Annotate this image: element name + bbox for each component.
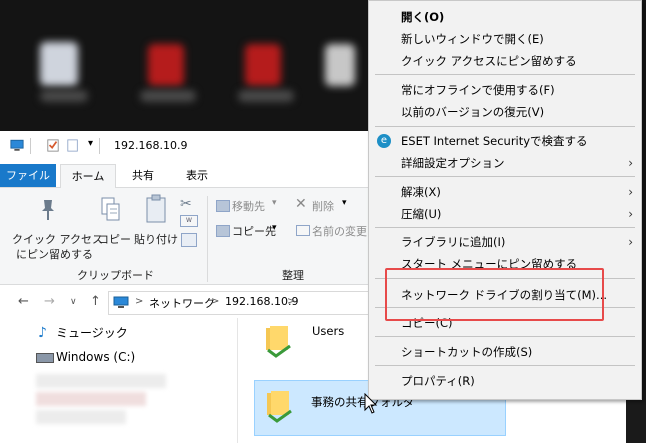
eset-icon: e (377, 134, 391, 148)
menu-item-compress[interactable]: 圧縮(U) › (369, 203, 641, 225)
menu-item-create-shortcut[interactable]: ショートカットの作成(S) (369, 341, 641, 363)
up-arrow-icon[interactable]: ↑ (90, 294, 101, 309)
divider (30, 138, 31, 154)
clipboard-group-label: クリップボード (77, 269, 154, 282)
menu-item-add-to-library[interactable]: ライブラリに追加(I) › (369, 231, 641, 253)
submenu-chevron-icon: › (628, 207, 633, 221)
breadcrumb-network[interactable]: ネットワーク (149, 295, 215, 311)
copy-to-button[interactable]: コピー先 (232, 223, 276, 239)
mouse-cursor-icon (364, 393, 378, 414)
forward-arrow-icon[interactable]: → (44, 294, 55, 309)
tab-share[interactable]: 共有 (118, 164, 168, 187)
breadcrumb-separator: > (211, 296, 220, 307)
menu-item-extract[interactable]: 解凍(X) › (369, 181, 641, 203)
copy-button[interactable]: コピー (98, 231, 131, 247)
menu-item-properties[interactable]: プロパティ(R) (369, 370, 641, 392)
submenu-chevron-icon: › (628, 156, 633, 170)
shared-folder-icon (267, 391, 292, 423)
breadcrumb-separator: > (135, 296, 144, 307)
delete-button[interactable]: 削除 (312, 198, 334, 214)
copy-path-icon[interactable]: W (180, 215, 198, 227)
pane-divider (237, 318, 238, 443)
menu-item-open[interactable]: 開く(O) (369, 6, 641, 28)
menu-item-restore-previous[interactable]: 以前のバージョンの復元(V) (369, 101, 641, 123)
menu-item-advanced-options[interactable]: 詳細設定オプション › (369, 152, 641, 174)
menu-separator (375, 227, 635, 228)
quick-access-toolbar-dropdown-icon[interactable]: ▾ (88, 138, 93, 149)
tab-home[interactable]: ホーム (60, 164, 116, 189)
menu-separator (375, 365, 635, 366)
new-folder-page-icon[interactable] (66, 139, 80, 152)
desktop-icon-blurred[interactable] (148, 44, 184, 86)
recent-locations-chevron-icon[interactable]: ∨ (70, 297, 77, 307)
move-to-button[interactable]: 移動先 (232, 198, 265, 214)
desktop-icon-blurred[interactable] (245, 44, 281, 86)
paste-button[interactable]: 貼り付け (134, 231, 178, 247)
delete-icon: ✕ (295, 196, 307, 212)
tab-file[interactable]: ファイル (0, 164, 56, 187)
paste-shortcut-icon[interactable] (181, 233, 197, 247)
nav-item-label: Windows (C:) (56, 350, 136, 364)
cut-icon[interactable]: ✂ (180, 196, 192, 212)
rename-icon (296, 225, 310, 236)
folder-label: Users (312, 324, 345, 338)
address-box[interactable]: > ネットワーク > 192.168.10.9 > (108, 291, 370, 315)
computer-icon (10, 139, 24, 151)
menu-separator (375, 74, 635, 75)
organize-group-label: 整理 (282, 269, 304, 282)
context-menu: 開く(O) 新しいウィンドウで開く(E) クイック アクセスにピン留めする 常に… (368, 0, 642, 400)
menu-item-pin-quick-access[interactable]: クイック アクセスにピン留めする (369, 50, 641, 72)
rename-button[interactable]: 名前の変更 (312, 223, 367, 239)
drive-icon (36, 353, 54, 363)
tab-view[interactable]: 表示 (172, 164, 222, 187)
music-note-icon: ♪ (38, 325, 47, 341)
navigation-pane: ♪ ミュージック Windows (C:) (0, 318, 236, 443)
menu-separator (375, 176, 635, 177)
move-to-icon (216, 200, 230, 212)
window-title: 192.168.10.9 (114, 139, 188, 152)
desktop-icon-label-blurred (140, 90, 196, 102)
menu-item-eset-scan[interactable]: e ESET Internet Securityで検査する (369, 130, 641, 152)
copy-to-dropdown-icon[interactable]: ▾ (272, 223, 277, 233)
pin-quick-access-label-2: にピン留めする (16, 248, 93, 261)
back-arrow-icon[interactable]: ← (18, 294, 29, 309)
properties-check-icon[interactable] (46, 139, 60, 152)
desktop-icon-blurred[interactable] (40, 42, 78, 86)
menu-separator (375, 126, 635, 127)
divider (99, 138, 100, 154)
desktop-icon-blurred[interactable] (325, 44, 355, 86)
desktop-icon-label-blurred (40, 90, 88, 102)
menu-separator (375, 336, 635, 337)
network-icon (113, 296, 129, 308)
copy-icon (101, 197, 120, 221)
desktop-icon-label-blurred (238, 90, 294, 102)
delete-dropdown-icon[interactable]: ▾ (342, 198, 347, 208)
menu-item-always-offline[interactable]: 常にオフラインで使用する(F) (369, 79, 641, 101)
copy-to-icon (216, 225, 230, 237)
shared-folder-icon (266, 326, 291, 358)
menu-item-open-new-window[interactable]: 新しいウィンドウで開く(E) (369, 28, 641, 50)
breadcrumb-separator: > (287, 296, 296, 307)
move-to-dropdown-icon[interactable]: ▾ (272, 198, 277, 208)
nav-item-blurred[interactable] (36, 392, 146, 406)
pin-icon (42, 200, 54, 220)
highlight-annotation-box (385, 268, 604, 321)
submenu-chevron-icon: › (628, 185, 633, 199)
nav-item-label: ミュージック (56, 326, 128, 340)
pin-quick-access-button[interactable]: クイック アクセス (12, 231, 103, 247)
submenu-chevron-icon: › (628, 235, 633, 249)
nav-item-blurred[interactable] (36, 410, 126, 424)
paste-icon (146, 194, 166, 223)
divider (207, 196, 208, 282)
nav-item-blurred[interactable] (36, 374, 166, 388)
